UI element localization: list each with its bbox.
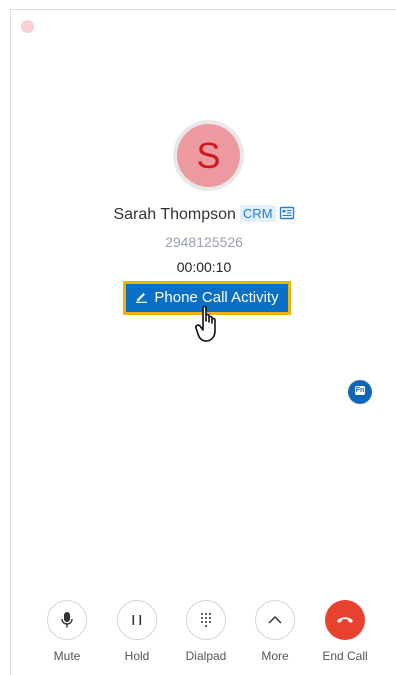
close-window-icon[interactable]	[21, 20, 34, 33]
chevron-up-icon	[268, 615, 282, 624]
avatar: S	[177, 124, 240, 187]
dialpad-control: Dialpad	[176, 600, 236, 663]
end-call-control: End Call	[315, 600, 375, 663]
dialpad-button[interactable]	[186, 600, 226, 640]
contact-name: Sarah Thompson	[113, 206, 236, 223]
pause-icon	[132, 615, 142, 625]
more-label: More	[261, 649, 289, 663]
mute-control: Mute	[37, 600, 97, 663]
call-duration: 00:00:10	[176, 259, 232, 275]
dialpad-label: Dialpad	[185, 649, 227, 663]
avatar-ring: S	[173, 120, 244, 191]
call-window: S Sarah Thompson CRM 2948125526 00:00:10 …	[10, 9, 396, 675]
contact-card-icon[interactable]	[279, 205, 295, 221]
microphone-icon	[61, 612, 73, 628]
fn-icon[interactable]: Fn	[348, 380, 372, 404]
hold-button[interactable]	[117, 600, 157, 640]
contact-number: 2948125526	[165, 234, 243, 250]
end-call-label: End Call	[322, 649, 368, 663]
hang-up-icon	[337, 617, 353, 623]
contact-name-row: Sarah Thompson CRM	[11, 205, 396, 224]
hand-cursor-icon	[195, 305, 216, 342]
more-button[interactable]	[255, 600, 295, 640]
crm-badge[interactable]: CRM	[239, 205, 276, 222]
call-controls: Mute Hold Dialpad More End Call	[11, 600, 396, 670]
mute-label: Mute	[53, 649, 81, 663]
pencil-icon	[136, 293, 148, 303]
more-control: More	[245, 600, 305, 663]
hold-control: Hold	[107, 600, 167, 663]
hold-label: Hold	[124, 649, 150, 663]
end-call-button[interactable]	[325, 600, 365, 640]
dialpad-icon	[201, 613, 211, 627]
mute-button[interactable]	[47, 600, 87, 640]
